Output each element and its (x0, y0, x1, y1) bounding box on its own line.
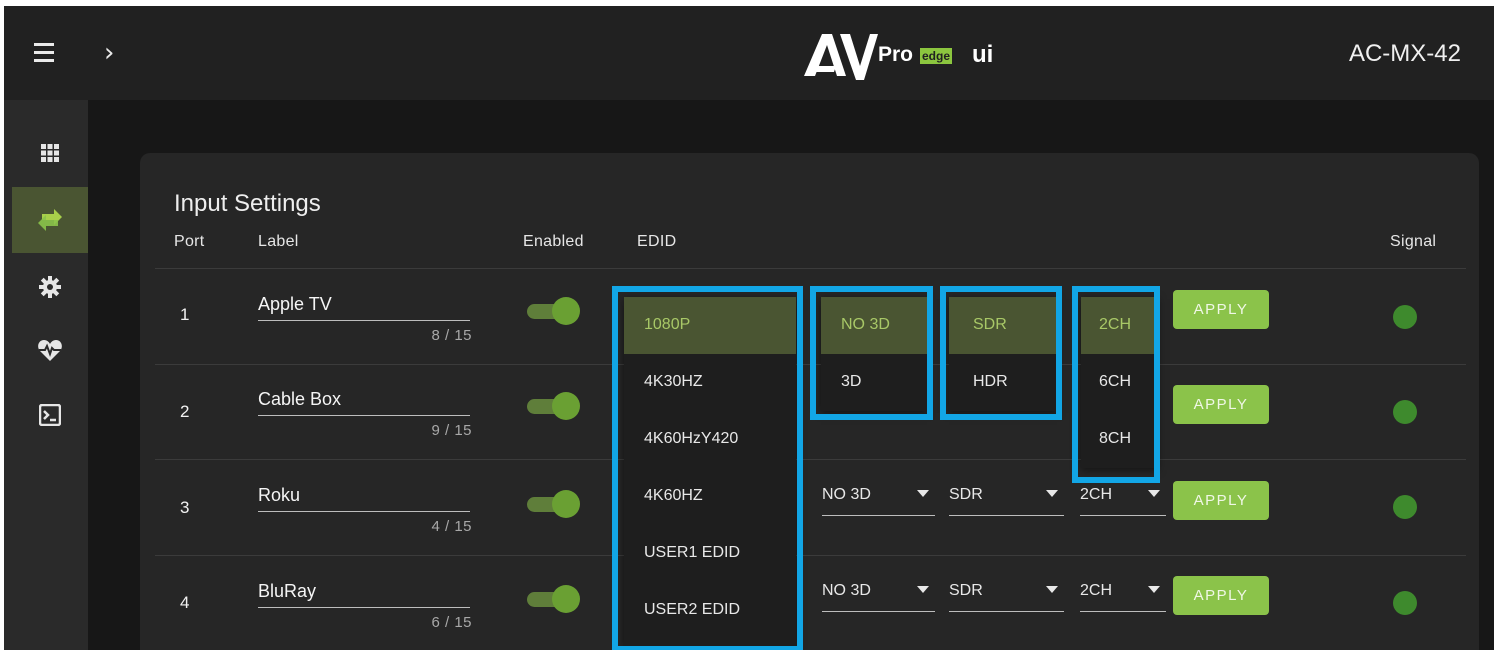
logo-pro-text: Pro (878, 43, 914, 66)
row-divider (155, 364, 1466, 365)
terminal-icon (39, 404, 61, 426)
column-header-label: Label (258, 233, 299, 250)
signal-indicator (1393, 400, 1417, 424)
apply-button[interactable]: APPLY (1173, 385, 1269, 424)
sidebar-item-routing[interactable] (12, 187, 88, 253)
hdr-dropdown-menu: SDR HDR (949, 297, 1057, 411)
channels-dropdown-menu: 2CH 6CH 8CH (1081, 297, 1158, 468)
channels-option[interactable]: 8CH (1081, 411, 1158, 468)
column-header-port: Port (174, 233, 205, 250)
char-counter: 4 / 15 (431, 518, 472, 535)
hamburger-menu-icon[interactable] (34, 43, 60, 63)
column-header-enabled: Enabled (523, 233, 584, 250)
port-number: 1 (180, 305, 190, 324)
3d-select[interactable]: NO 3D (822, 576, 935, 612)
label-input[interactable]: Cable Box (258, 389, 341, 410)
channels-select-value: 2CH (1080, 582, 1113, 599)
swap-arrows-icon (38, 209, 62, 231)
edid-dropdown-menu: 1080P 4K30HZ 4K60HzY420 4K60HZ USER1 EDI… (624, 297, 796, 647)
port-number: 4 (180, 593, 190, 612)
edid-option[interactable]: 1080P (624, 297, 796, 354)
apply-button[interactable]: APPLY (1173, 576, 1269, 615)
port-number: 2 (180, 402, 190, 421)
char-counter: 9 / 15 (431, 422, 472, 439)
label-input-underline (258, 511, 470, 512)
channels-select-value: 2CH (1080, 486, 1113, 503)
3d-option[interactable]: 3D (821, 354, 927, 411)
chevron-down-icon (917, 586, 929, 593)
logo-ui-text: ui (972, 41, 994, 68)
row-divider (155, 555, 1466, 556)
label-input-underline (258, 607, 470, 608)
signal-indicator (1393, 305, 1417, 329)
card-title: Input Settings (174, 190, 321, 217)
apply-button[interactable]: APPLY (1173, 290, 1269, 329)
edid-option[interactable]: 4K30HZ (624, 354, 796, 411)
3d-select[interactable]: NO 3D (822, 480, 935, 516)
label-input-underline (258, 415, 470, 416)
hdr-select[interactable]: SDR (949, 576, 1064, 612)
row-divider (155, 268, 1466, 269)
logo-av-mark (804, 34, 878, 80)
column-header-edid: EDID (637, 233, 677, 250)
3d-select-value: NO 3D (822, 486, 871, 503)
hdr-option[interactable]: HDR (949, 354, 1057, 411)
label-input[interactable]: Apple TV (258, 294, 332, 315)
hdr-select-value: SDR (949, 582, 983, 599)
edid-option[interactable]: 4K60HzY420 (624, 411, 796, 468)
edid-option[interactable]: 4K60HZ (624, 468, 796, 525)
hdr-option[interactable]: SDR (949, 297, 1057, 354)
sidebar (4, 100, 88, 650)
chevron-down-icon (1046, 586, 1058, 593)
label-input-underline (258, 320, 470, 321)
3d-dropdown-menu: NO 3D 3D (821, 297, 927, 411)
signal-indicator (1393, 591, 1417, 615)
channels-select[interactable]: 2CH (1080, 576, 1166, 612)
row-divider (155, 459, 1466, 460)
edid-option[interactable]: USER2 EDID (624, 582, 796, 639)
heart-pulse-icon (38, 340, 62, 361)
channels-option[interactable]: 6CH (1081, 354, 1158, 411)
3d-option[interactable]: NO 3D (821, 297, 927, 354)
avpro-edge-logo: Pro edge ui (802, 28, 1012, 84)
chevron-down-icon (917, 490, 929, 497)
channels-select[interactable]: 2CH (1080, 480, 1166, 516)
enabled-toggle[interactable] (525, 391, 583, 421)
hdr-select[interactable]: SDR (949, 480, 1064, 516)
apply-button[interactable]: APPLY (1173, 481, 1269, 520)
sidebar-item-dashboard[interactable] (12, 120, 88, 186)
sidebar-item-status[interactable] (12, 318, 88, 384)
label-input[interactable]: Roku (258, 485, 300, 506)
port-number: 3 (180, 498, 190, 517)
enabled-toggle[interactable] (525, 489, 583, 519)
chevron-down-icon (1148, 490, 1160, 497)
top-bar: › Pro edge ui AC-MX-42 (4, 6, 1494, 100)
device-name: AC-MX-42 (1348, 40, 1461, 67)
edid-option[interactable]: USER1 EDID (624, 525, 796, 582)
gear-icon (39, 276, 61, 298)
char-counter: 8 / 15 (431, 327, 472, 344)
enabled-toggle[interactable] (525, 584, 583, 614)
chevron-right-icon[interactable]: › (104, 36, 128, 70)
sidebar-item-settings[interactable] (12, 254, 88, 320)
sidebar-item-console[interactable] (12, 382, 88, 448)
column-header-signal: Signal (1390, 233, 1437, 250)
enabled-toggle[interactable] (525, 296, 583, 326)
label-input[interactable]: BluRay (258, 581, 316, 602)
chevron-down-icon (1046, 490, 1058, 497)
hdr-select-value: SDR (949, 486, 983, 503)
grid-icon (41, 144, 59, 162)
input-settings-card: Input Settings Port Label Enabled EDID S… (140, 153, 1479, 650)
3d-select-value: NO 3D (822, 582, 871, 599)
chevron-down-icon (1148, 586, 1160, 593)
channels-option[interactable]: 2CH (1081, 297, 1158, 354)
char-counter: 6 / 15 (431, 614, 472, 631)
signal-indicator (1393, 495, 1417, 519)
app-window: › Pro edge ui AC-MX-42 Input Settings Po… (4, 6, 1494, 650)
logo-edge-text: edge (920, 48, 953, 64)
